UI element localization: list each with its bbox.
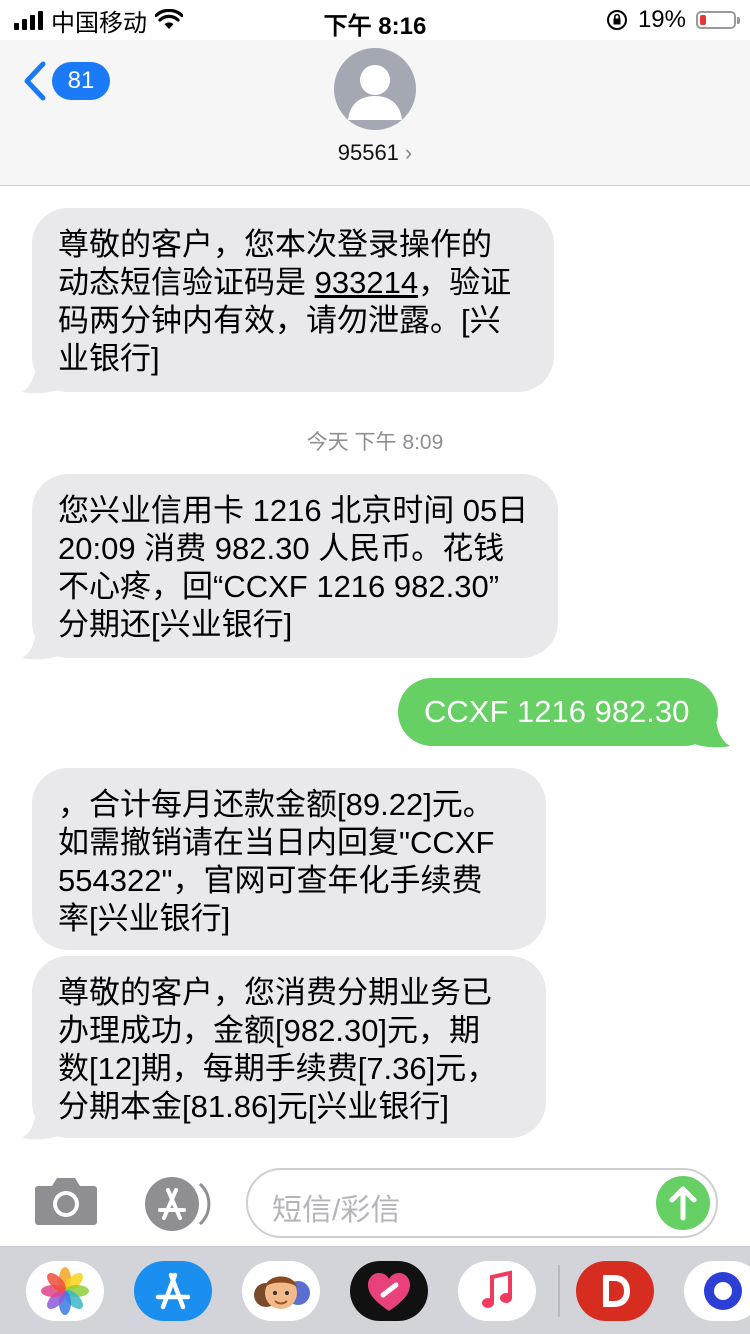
status-bar: 中国移动 下午 8:16 19%: [0, 0, 750, 40]
message-line: 分期还[兴业银行]: [58, 607, 293, 642]
contact-name-button[interactable]: 95561 ›: [0, 140, 750, 166]
dock-divider: [558, 1265, 560, 1317]
chevron-right-icon: ›: [404, 140, 413, 165]
bubble-tail: [22, 628, 58, 660]
camera-icon[interactable]: [34, 1174, 98, 1226]
conversation-header: 81 95561 ›: [0, 40, 750, 186]
app-drawer: [0, 1246, 750, 1334]
rotation-lock-icon: [606, 10, 627, 30]
message-line: 码两分钟内有效，请勿泄露。[兴: [58, 303, 501, 338]
message-composer: 短信/彩信: [0, 1160, 750, 1248]
message-line: 您兴业信用卡 1216 北京时间 05日: [58, 493, 529, 528]
message-line: ，合计每月还款金额[89.22]元。: [58, 787, 494, 822]
message-line: 数[12]期，每期手续费[7.36]元，: [58, 1051, 498, 1086]
app-store-icon[interactable]: [134, 1261, 212, 1321]
message-line: 不心疼，回“CCXF 1216 982.30”: [58, 569, 500, 604]
message-line: 尊敬的客户，您本次登录操作的: [58, 227, 492, 262]
message-line: 尊敬的客户，您消费分期业务已: [58, 975, 492, 1010]
circle-app-icon[interactable]: [684, 1261, 750, 1321]
memoji-icon[interactable]: [242, 1261, 320, 1321]
message-line: 分期本金[81.86]元[兴业银行]: [58, 1089, 450, 1124]
input-placeholder: 短信/彩信: [272, 1194, 401, 1227]
message-line: 554322"，官网可查年化手续费: [58, 863, 483, 898]
contact-avatar[interactable]: [334, 48, 416, 130]
verification-code-link[interactable]: 933214: [315, 265, 418, 300]
message-line: 如需撤销请在当日内回复"CCXF: [58, 825, 495, 860]
bubble-tail: [694, 716, 730, 748]
chevron-left-icon: [24, 61, 46, 101]
arrow-up-icon: [669, 1186, 697, 1221]
battery-percent: 19%: [637, 6, 686, 33]
message-line: 办理成功，金额[982.30]元，期: [58, 1013, 481, 1048]
message-line: CCXF 1216 982.30: [424, 694, 690, 729]
music-icon[interactable]: [458, 1261, 536, 1321]
message-input[interactable]: 短信/彩信: [246, 1168, 718, 1238]
incoming-message-bubble[interactable]: ，合计每月还款金额[89.22]元。 如需撤销请在当日内回复"CCXF 5543…: [32, 768, 546, 950]
d-app-icon[interactable]: [576, 1261, 654, 1321]
send-button[interactable]: [656, 1176, 710, 1230]
person-icon: [348, 65, 402, 120]
unread-badge: 81: [52, 62, 110, 100]
incoming-message-bubble[interactable]: 尊敬的客户，您消费分期业务已 办理成功，金额[982.30]元，期 数[12]期…: [32, 956, 546, 1138]
back-button[interactable]: 81: [22, 60, 110, 102]
message-line: 20:09 消费 982.30 人民币。花钱: [58, 531, 505, 566]
heart-app-icon[interactable]: [350, 1261, 428, 1321]
message-line: 率[兴业银行]: [58, 901, 231, 936]
incoming-message-bubble[interactable]: 您兴业信用卡 1216 北京时间 05日 20:09 消费 982.30 人民币…: [32, 474, 558, 658]
contact-number: 95561: [337, 140, 399, 165]
message-line: 业银行]: [58, 341, 160, 376]
bubble-tail: [22, 1108, 58, 1140]
incoming-message-bubble[interactable]: 尊敬的客户，您本次登录操作的 动态短信验证码是 933214，验证 码两分钟内有…: [32, 208, 554, 392]
battery-icon: [696, 11, 740, 29]
bubble-tail: [22, 362, 58, 394]
message-line: 动态短信验证码是 933214，验证: [58, 265, 512, 300]
app-store-drawer-icon[interactable]: [140, 1176, 212, 1232]
message-timestamp: 今天 下午 8:09: [306, 431, 444, 454]
outgoing-message-bubble[interactable]: CCXF 1216 982.30: [398, 678, 718, 746]
photos-icon[interactable]: [26, 1261, 104, 1321]
